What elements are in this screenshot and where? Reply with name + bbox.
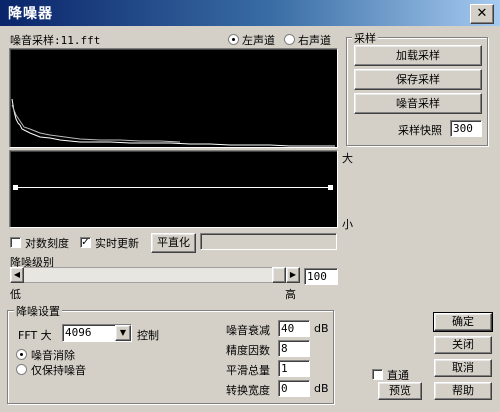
- transition-width-label: 转换宽度: [226, 384, 270, 397]
- right-channel-label: 右声道: [298, 34, 331, 47]
- mode-keep-label: 仅保持噪音: [31, 364, 86, 377]
- status-field: [200, 233, 337, 250]
- spectrum-graph: [11, 98, 335, 147]
- level-value-input[interactable]: 100: [304, 268, 338, 285]
- snapshot-label: 采样快照: [398, 124, 442, 137]
- left-channel-radio[interactable]: [228, 34, 239, 45]
- settings-group-title: 降噪设置: [14, 303, 62, 319]
- flatten-button[interactable]: 平直化: [151, 233, 196, 253]
- sample-group-title: 采样: [352, 30, 378, 46]
- level-slider-thumb[interactable]: [272, 267, 286, 283]
- curve-handle-left[interactable]: [13, 185, 18, 190]
- log-scale-checkbox[interactable]: [10, 237, 21, 248]
- smooth-input[interactable]: 1: [278, 360, 310, 377]
- noise-sample-label: 噪音采样:11.fft: [10, 34, 101, 47]
- left-channel-label: 左声道: [242, 34, 275, 47]
- mode-remove-label: 噪音消除: [31, 349, 75, 362]
- curve-label-big: 大: [342, 152, 353, 165]
- decay-label: 噪音衰减: [226, 324, 270, 337]
- fft-size-label: FFT 大: [18, 329, 52, 342]
- transition-width-input[interactable]: 0: [278, 380, 310, 397]
- chevron-down-icon[interactable]: ▼: [115, 325, 131, 341]
- curve-handle-right[interactable]: [328, 185, 333, 190]
- close-window-button[interactable]: ✕: [470, 4, 494, 24]
- spectrum-line: [11, 98, 335, 147]
- smooth-label: 平滑总量: [226, 364, 270, 377]
- help-button[interactable]: 帮助: [434, 382, 492, 400]
- reduction-curve-panel: [9, 150, 338, 228]
- cancel-button[interactable]: 取消: [434, 359, 492, 377]
- slider-right-arrow-icon[interactable]: ▶: [286, 267, 300, 283]
- slider-left-arrow-icon[interactable]: ◀: [10, 267, 24, 283]
- spectrum-line-secondary: [11, 104, 181, 143]
- preview-button[interactable]: 预览: [378, 382, 422, 400]
- curve-label-small: 小: [342, 218, 353, 231]
- mode-remove-radio[interactable]: [16, 349, 27, 360]
- level-high-label: 高: [285, 288, 296, 301]
- realtime-update-checkbox[interactable]: ✓: [80, 237, 91, 248]
- mode-keep-radio[interactable]: [16, 364, 27, 375]
- noise-sample-button[interactable]: 噪音采样: [354, 93, 482, 114]
- transition-width-unit: dB: [314, 382, 329, 395]
- realtime-update-label: 实时更新: [95, 237, 139, 250]
- control-label: 控制: [137, 329, 159, 342]
- close-button[interactable]: 关闭: [434, 336, 492, 354]
- log-scale-label: 对数刻度: [25, 237, 69, 250]
- reduction-curve-line: [15, 187, 331, 188]
- level-low-label: 低: [10, 288, 21, 301]
- right-channel-radio[interactable]: [284, 34, 295, 45]
- decay-unit: dB: [314, 322, 329, 335]
- load-sample-button[interactable]: 加载采样: [354, 45, 482, 66]
- fft-size-value: 4096: [65, 326, 92, 339]
- save-sample-button[interactable]: 保存采样: [354, 69, 482, 90]
- level-slider-track[interactable]: [10, 267, 298, 283]
- title-bar: [0, 0, 500, 26]
- noise-spectrum-display: [9, 48, 338, 148]
- ok-button[interactable]: 确定: [433, 312, 493, 332]
- window-title: 降噪器: [8, 6, 53, 22]
- decay-input[interactable]: 40: [278, 320, 310, 337]
- snapshot-input[interactable]: 300: [450, 120, 482, 137]
- precision-input[interactable]: 8: [278, 340, 310, 357]
- precision-label: 精度因数: [226, 344, 270, 357]
- bypass-label: 直通: [387, 369, 409, 382]
- bypass-checkbox[interactable]: [372, 369, 383, 380]
